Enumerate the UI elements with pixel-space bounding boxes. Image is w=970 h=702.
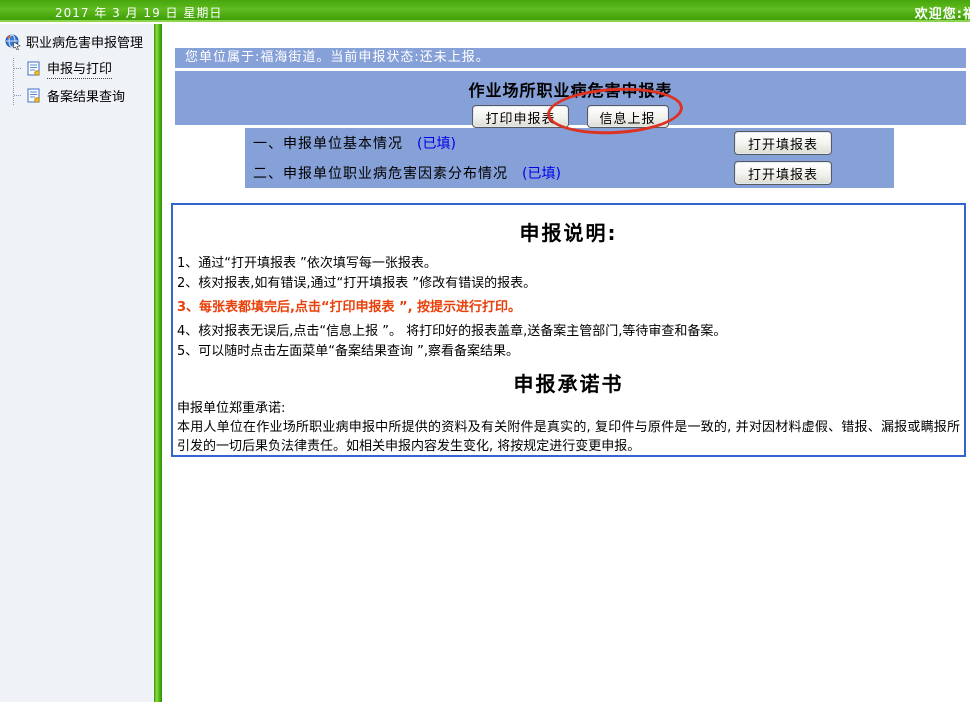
- table-row: 二、申报单位职业病危害因素分布情况 (已填) 打开填报表: [245, 158, 894, 188]
- instructions-title: 申报说明:: [177, 217, 960, 246]
- sidebar-root-node[interactable]: 职业病危害申报管理: [0, 24, 153, 51]
- row-label: 二、申报单位职业病危害因素分布情况: [253, 163, 508, 183]
- upload-info-button[interactable]: 信息上报: [587, 105, 669, 128]
- page-title: 作业场所职业病危害申报表: [175, 71, 966, 101]
- action-button-row: 打印申报表 信息上报: [175, 105, 966, 128]
- form-title-panel: 作业场所职业病危害申报表 打印申报表 信息上报: [175, 71, 966, 125]
- document-icon: [26, 88, 42, 104]
- main-content: 您单位属于:福海街道。当前申报状态:还未上报。 作业场所职业病危害申报表 打印申…: [163, 24, 970, 702]
- open-form-button[interactable]: 打开填报表: [734, 131, 832, 155]
- sidebar-item-label[interactable]: 备案结果查询: [47, 86, 125, 105]
- promise-body: 本用人单位在作业场所职业病申报中所提供的资料及有关附件是真实的, 复印件与原件是…: [177, 418, 960, 456]
- document-icon: [26, 61, 42, 77]
- sidebar-item-label[interactable]: 申报与打印: [47, 58, 112, 79]
- declaration-app: { "top_bar": { "date": "2017 年 3 月 19 日 …: [0, 0, 970, 702]
- open-form-button[interactable]: 打开填报表: [734, 161, 832, 185]
- globe-icon: [5, 34, 21, 50]
- promise-title: 申报承诺书: [177, 368, 960, 397]
- filled-status-badge: (已填): [522, 163, 561, 183]
- sidebar-item-declare-print[interactable]: 申报与打印: [14, 58, 153, 79]
- instruction-item-3-warning: 3、每张表都填完后,点击“打印申报表 ”, 按提示进行打印。: [177, 298, 960, 318]
- welcome-text: 欢迎您:福: [915, 3, 970, 22]
- instructions-box: 申报说明: 1、通过“打开填报表 ”依次填写每一张报表。 2、核对报表,如有错误…: [171, 203, 966, 457]
- table-row: 一、申报单位基本情况 (已填) 打开填报表: [245, 128, 894, 158]
- filled-status-badge: (已填): [417, 133, 456, 153]
- instruction-item-2: 2、核对报表,如有错误,通过“打开填报表 ”修改有错误的报表。: [177, 274, 960, 294]
- sidebar: 职业病危害申报管理 申报与打印: [0, 24, 153, 702]
- sidebar-divider: [153, 24, 163, 702]
- current-date: 2017 年 3 月 19 日 星期日: [55, 4, 222, 21]
- form-rows-panel: 一、申报单位基本情况 (已填) 打开填报表 二、申报单位职业病危害因素分布情况 …: [245, 128, 894, 188]
- instruction-item-5: 5、可以随时点击左面菜单“备案结果查询 ”,察看备案结果。: [177, 342, 960, 362]
- sidebar-root-label: 职业病危害申报管理: [26, 32, 143, 51]
- row-label: 一、申报单位基本情况: [253, 133, 403, 153]
- instruction-item-1: 1、通过“打开填报表 ”依次填写每一张报表。: [177, 254, 960, 274]
- unit-status-bar: 您单位属于:福海街道。当前申报状态:还未上报。: [175, 48, 966, 68]
- instruction-item-4: 4、核对报表无误后,点击“信息上报 ”。 将打印好的报表盖章,送备案主管部门,等…: [177, 322, 960, 342]
- sidebar-tree: 申报与打印 备案结果查询: [13, 58, 153, 105]
- top-bar: 2017 年 3 月 19 日 星期日 欢迎您:福: [0, 0, 970, 22]
- print-declaration-button[interactable]: 打印申报表: [472, 105, 568, 128]
- promise-intro: 申报单位郑重承诺:: [177, 399, 960, 418]
- sidebar-item-record-query[interactable]: 备案结果查询: [14, 86, 153, 105]
